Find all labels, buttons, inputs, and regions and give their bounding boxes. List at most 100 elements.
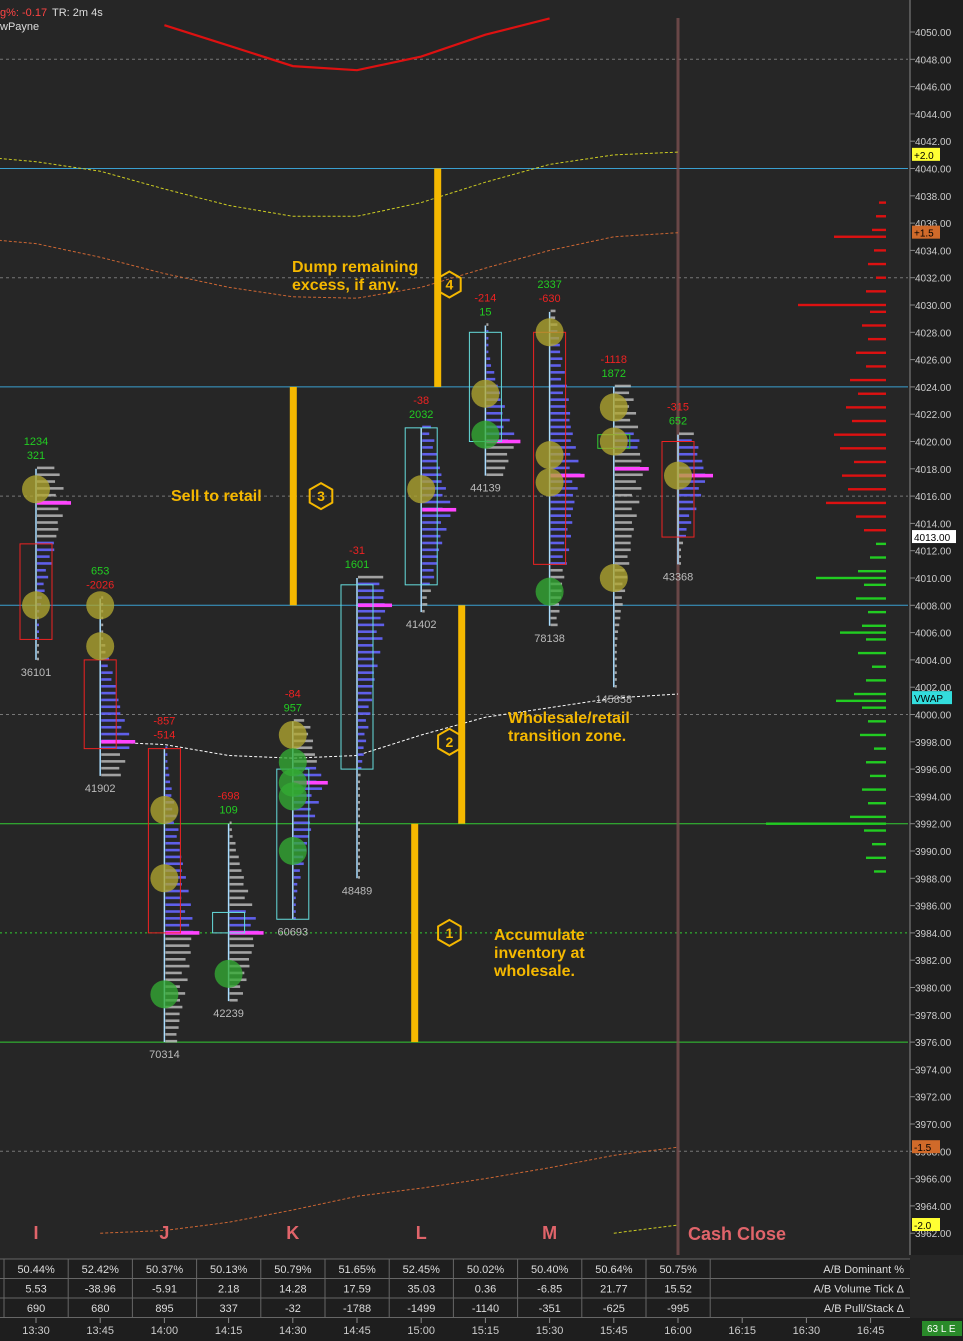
profile-bar	[358, 712, 371, 715]
delta-circle-yellow	[599, 427, 628, 456]
profile-top-delta: 2337	[537, 279, 561, 291]
profile-bar	[550, 418, 570, 422]
volume-profile-chart[interactable]: 123432136101653-202641902-857-51470314-6…	[0, 0, 963, 1341]
profile-bar	[165, 835, 177, 838]
session-sell-bar	[834, 235, 886, 238]
profile-bar	[422, 589, 431, 593]
price-tick-label: 4022.00	[915, 410, 952, 421]
profile-bar	[614, 548, 631, 552]
profile-bar	[358, 848, 360, 852]
stats-cell: 50.02%	[467, 1264, 505, 1276]
session-sell-bar	[862, 324, 886, 327]
session-buy-bar	[870, 556, 886, 559]
profile-bar	[358, 732, 365, 736]
session-buy-bar	[866, 679, 886, 682]
delta-circle-yellow	[22, 591, 50, 620]
session-buy-bar	[816, 576, 886, 580]
price-axis[interactable]: 3962.003964.003966.003968.003970.003972.…	[909, 0, 963, 1255]
time-axis[interactable]: 13:30 13:45 14:00 14:15 14:30 14:45 15:00 15:15…	[0, 1318, 963, 1341]
profile-bar	[293, 896, 296, 900]
profile-bar	[614, 459, 642, 463]
price-tick-label: 4028.00	[915, 328, 952, 339]
profile-bar	[486, 466, 506, 470]
profile-bar	[614, 562, 630, 565]
price-tick-label: 4010.00	[915, 574, 952, 585]
profile-bar	[550, 500, 575, 504]
delta-circle-yellow	[664, 461, 692, 490]
profile-bar	[550, 384, 568, 388]
time-tick-label: 15:30	[536, 1325, 564, 1337]
price-tick-label: 3966.00	[915, 1175, 952, 1186]
profile-bar	[165, 971, 182, 975]
stats-cell: 50.79%	[274, 1264, 312, 1276]
profile-bar	[358, 835, 360, 838]
delta-circle-green	[214, 959, 243, 988]
stats-row-label: A/B Dominant %	[823, 1264, 904, 1276]
stats-cell: 680	[91, 1303, 109, 1315]
profile-volume: 145858	[595, 694, 632, 706]
profile-second-delta: 652	[669, 416, 687, 428]
profile-top-delta: 653	[91, 565, 109, 577]
profile-bar	[614, 521, 632, 524]
profile-bar	[165, 760, 168, 763]
profile-bar	[679, 493, 702, 497]
price-tick-label: 4006.00	[915, 629, 952, 640]
header-metric-value: -0.17	[22, 7, 47, 19]
time-tick-label: 15:15	[472, 1325, 500, 1337]
profile-bar	[165, 766, 169, 770]
profile-bar	[679, 541, 684, 545]
session-sell-bar	[826, 501, 886, 505]
stats-cell: 50.44%	[17, 1264, 55, 1276]
profile-bar	[165, 910, 186, 913]
profile-bar	[679, 446, 699, 449]
delta-circle-yellow	[599, 393, 628, 422]
session-buy-bar	[868, 720, 886, 723]
profile-second-delta: 1872	[602, 368, 626, 380]
profile-bar	[486, 418, 510, 422]
time-tick-label: 14:15	[215, 1325, 243, 1337]
profile-second-delta: 1601	[345, 559, 369, 571]
profile-bar	[358, 862, 360, 866]
profile-bar	[165, 1019, 180, 1023]
profile-bar	[37, 555, 50, 558]
profile-bar	[101, 719, 125, 722]
delta-circle-yellow	[278, 720, 307, 749]
profile-bar	[165, 923, 190, 927]
profile-bar	[358, 698, 373, 702]
price-tick-label: 3984.00	[915, 929, 952, 940]
profile-bar	[422, 459, 437, 463]
session-buy-bar	[872, 665, 886, 668]
profile-bar	[293, 814, 316, 818]
profile-bar	[550, 541, 565, 545]
profile-bar	[37, 534, 57, 538]
profile-bar	[165, 951, 191, 954]
session-sell-bar	[879, 201, 886, 204]
price-tick-label: 4034.00	[915, 246, 952, 257]
profile-bar	[358, 814, 360, 818]
stats-cell: 50.64%	[595, 1264, 633, 1276]
delta-circle-yellow	[86, 591, 115, 620]
band-plus-1-5-label: +1.5	[914, 229, 934, 240]
profile-bar	[614, 384, 631, 388]
profile-bar	[550, 412, 571, 415]
profile-bar	[358, 794, 360, 797]
time-tick-label: 15:00	[407, 1325, 435, 1337]
profile-bar	[165, 944, 190, 947]
price-tick-label: 3982.00	[915, 956, 952, 967]
profile-bar	[101, 671, 113, 674]
profile-bar	[422, 452, 438, 456]
profile-bar	[422, 528, 447, 531]
profile-poc	[101, 740, 136, 744]
price-tick-label: 4020.00	[915, 438, 952, 449]
profile-volume: 43368	[663, 571, 694, 583]
price-tick-label: 3998.00	[915, 738, 952, 749]
profile-bar	[358, 828, 360, 831]
session-buy-bar	[872, 842, 886, 846]
profile-bar	[550, 521, 573, 524]
time-tick-label: 16:45	[857, 1325, 885, 1337]
profile-bar	[614, 514, 637, 517]
profile-volume: 44139	[470, 483, 501, 495]
profile-bar	[614, 425, 639, 429]
cash-close-label: Cash Close	[688, 1224, 786, 1244]
session-sell-bar	[852, 419, 886, 423]
